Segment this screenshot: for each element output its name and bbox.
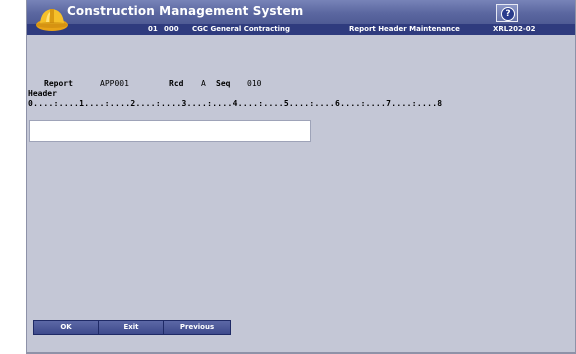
left-margin <box>0 0 26 354</box>
header-label: Header <box>28 89 57 98</box>
screen-id: XRL202-02 <box>493 25 536 33</box>
company-code: 01 <box>148 25 158 33</box>
previous-button[interactable]: Previous <box>163 320 231 335</box>
seq-value: 010 <box>247 79 262 88</box>
help-icon: ? <box>501 7 515 21</box>
header-input[interactable] <box>29 120 311 142</box>
rcd-value: A <box>201 79 206 88</box>
report-value: APP001 <box>100 79 129 88</box>
column-ruler: 0....:....1....:....2....:....3....:....… <box>28 99 443 108</box>
title-bar: Construction Management System ? <box>27 0 575 24</box>
help-button[interactable]: ? <box>496 4 518 22</box>
hard-hat-logo-icon <box>36 9 68 31</box>
app-title: Construction Management System <box>67 4 304 18</box>
app-window: Construction Management System ? 01 000 … <box>26 0 576 354</box>
exit-button[interactable]: Exit <box>98 320 164 335</box>
info-bar: 01 000 CGC General Contracting Report He… <box>27 24 575 35</box>
report-label: Report <box>44 79 73 88</box>
company-name: CGC General Contracting <box>192 25 291 33</box>
division-code: 000 <box>164 25 179 33</box>
seq-label: Seq <box>216 79 231 88</box>
screen-name: Report Header Maintenance <box>349 25 460 33</box>
ok-button[interactable]: OK <box>33 320 99 335</box>
rcd-label: Rcd <box>169 79 184 88</box>
